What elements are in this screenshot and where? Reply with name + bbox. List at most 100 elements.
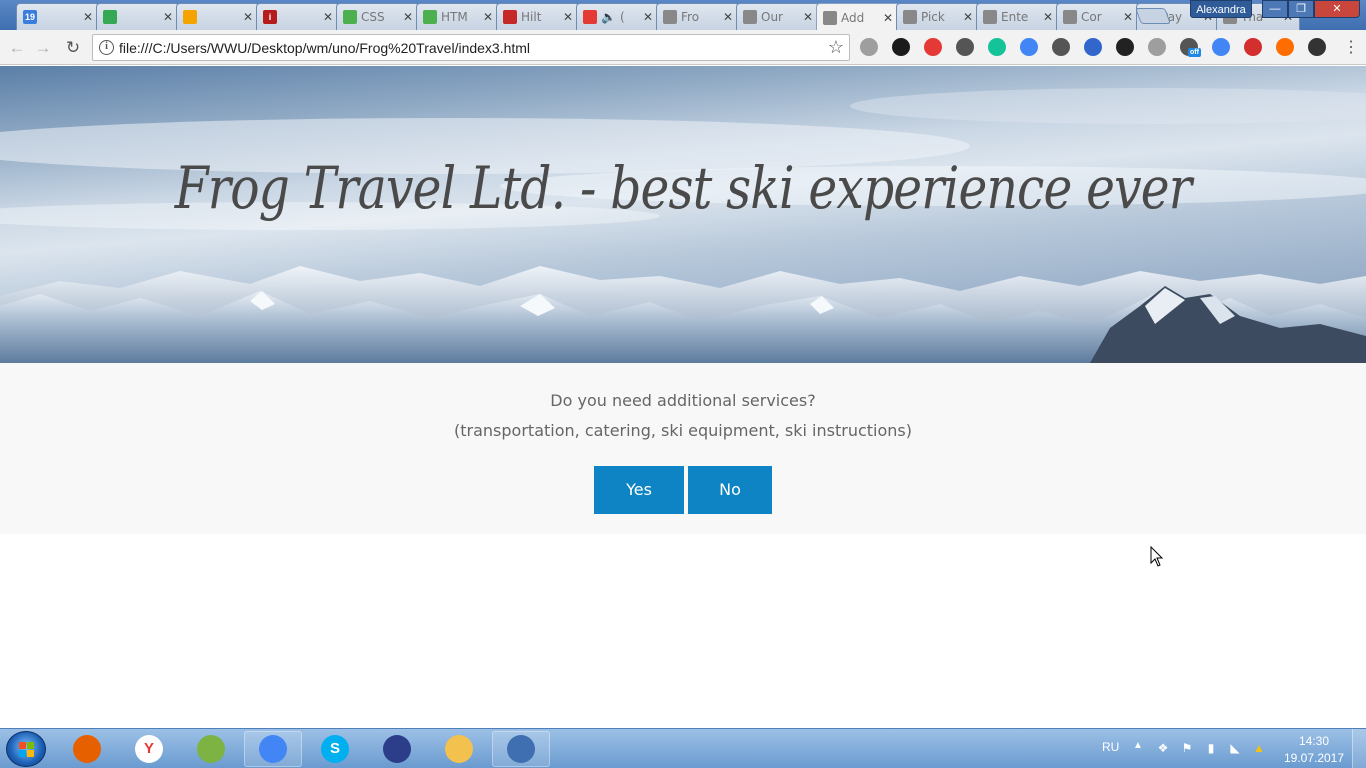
windows-logo-icon — [19, 742, 34, 757]
grammarly-icon[interactable] — [988, 38, 1006, 56]
tab-title: Ente — [1001, 10, 1029, 24]
back-button[interactable]: ← — [6, 37, 28, 59]
tab-title: ( — [619, 10, 625, 24]
address-bar[interactable]: i file:///C:/Users/WWU/Desktop/wm/uno/Fr… — [92, 34, 850, 61]
bookmark-icon[interactable] — [1084, 38, 1102, 56]
question-icon[interactable] — [1244, 38, 1262, 56]
tab-close-icon[interactable]: ✕ — [323, 10, 333, 24]
page-icon — [1063, 10, 1077, 24]
browser-tab[interactable]: 19 ✕ — [16, 3, 100, 30]
tab-title: CSS — [361, 10, 385, 24]
browser-tab[interactable]: CSS ✕ — [336, 3, 420, 30]
chrome-icon — [259, 735, 287, 763]
tab-close-icon[interactable]: ✕ — [403, 10, 413, 24]
menu-icon[interactable]: ⋮ — [1340, 37, 1362, 59]
minimize-button[interactable]: — — [1262, 0, 1288, 18]
youtube-icon — [583, 10, 597, 24]
show-desktop-button[interactable] — [1352, 729, 1366, 768]
tab-close-icon[interactable]: ✕ — [163, 10, 173, 24]
mouse-cursor-icon — [1150, 546, 1164, 567]
browser-tab[interactable]: Fro ✕ — [656, 3, 740, 30]
url-text[interactable]: file:///C:/Users/WWU/Desktop/wm/uno/Frog… — [119, 40, 530, 56]
clock-time[interactable]: 14:30 — [1286, 734, 1342, 748]
additional-services-section: Do you need additional services? (transp… — [0, 363, 1366, 534]
w3-icon — [423, 10, 437, 24]
tab-close-icon[interactable]: ✕ — [1123, 10, 1133, 24]
globe-icon[interactable] — [892, 38, 910, 56]
browser-tab[interactable]: ✕ — [176, 3, 260, 30]
tab-close-icon[interactable]: ✕ — [243, 10, 253, 24]
opera-icon[interactable] — [924, 38, 942, 56]
tab-close-icon[interactable]: ✕ — [883, 11, 893, 25]
tab-close-icon[interactable]: ✕ — [963, 10, 973, 24]
reload-button[interactable]: ↻ — [62, 37, 84, 59]
browser-tab[interactable]: 🔈( ✕ — [576, 3, 660, 30]
info-icon[interactable]: i — [99, 40, 114, 55]
tab-close-icon[interactable]: ✕ — [83, 10, 93, 24]
page-icon — [663, 10, 677, 24]
new-tab-button[interactable] — [1135, 8, 1171, 24]
explorer-icon — [445, 735, 473, 763]
browser-tab[interactable]: Add ✕ — [816, 3, 900, 31]
music-icon — [183, 10, 197, 24]
translate-a-icon[interactable] — [1212, 38, 1230, 56]
tray-expand-icon[interactable]: ▲ — [1133, 740, 1143, 751]
notepad-taskbar-button[interactable] — [182, 731, 240, 767]
close-window-button[interactable]: ✕ — [1314, 0, 1360, 18]
browser-tab[interactable]: Pick ✕ — [896, 3, 980, 30]
maximize-button[interactable]: ❐ — [1288, 0, 1314, 18]
firefox-icon — [73, 735, 101, 763]
action-center-flag-icon[interactable]: ⚑ — [1180, 741, 1194, 755]
browser-tab[interactable]: Our ✕ — [736, 3, 820, 30]
paw-icon[interactable] — [860, 38, 878, 56]
browser-tab[interactable]: i ✕ — [256, 3, 340, 30]
snipping-tool-taskbar-button[interactable] — [492, 731, 550, 767]
language-indicator[interactable]: RU — [1102, 740, 1119, 754]
tuning-fork-icon[interactable] — [956, 38, 974, 56]
tab-close-icon[interactable]: ✕ — [643, 10, 653, 24]
hexagon-icon[interactable] — [1052, 38, 1070, 56]
clock-date[interactable]: 19.07.2017 — [1282, 751, 1346, 765]
network-signal-icon[interactable]: ◣ — [1228, 741, 1242, 755]
dropbox-icon[interactable]: ❖ — [1156, 741, 1170, 755]
explorer-taskbar-button[interactable] — [430, 731, 488, 767]
yes-button[interactable]: Yes — [594, 466, 684, 514]
yandex-taskbar-button[interactable]: Y — [120, 731, 178, 767]
incognito-icon[interactable] — [1148, 38, 1166, 56]
tab-close-icon[interactable]: ✕ — [1043, 10, 1053, 24]
no-button[interactable]: No — [688, 466, 772, 514]
browser-tab[interactable]: Hilt ✕ — [496, 3, 580, 30]
browser-tab[interactable]: HTM ✕ — [416, 3, 500, 30]
w3-icon — [343, 10, 357, 24]
fire-icon[interactable] — [1276, 38, 1294, 56]
tab-title: Hilt — [521, 10, 542, 24]
google-drive-icon[interactable]: ▲ — [1252, 741, 1266, 755]
tab-close-icon[interactable]: ✕ — [723, 10, 733, 24]
tab-close-icon[interactable]: ✕ — [803, 10, 813, 24]
cloud-off-icon[interactable]: off — [1180, 38, 1201, 57]
battery-icon[interactable]: ▮ — [1204, 741, 1218, 755]
hero-banner: Frog Travel Ltd. - best ski experience e… — [0, 66, 1366, 363]
page-icon — [903, 10, 917, 24]
translate-icon[interactable] — [1020, 38, 1038, 56]
tab-audio-icon[interactable]: 🔈 — [601, 10, 616, 24]
browser-tab[interactable]: Cor ✕ — [1056, 3, 1140, 30]
forward-button[interactable]: → — [32, 37, 54, 59]
firefox-taskbar-button[interactable] — [58, 731, 116, 767]
eyedropper-icon[interactable] — [1308, 38, 1326, 56]
start-button[interactable] — [6, 731, 46, 767]
browser-tab[interactable]: Ente ✕ — [976, 3, 1060, 30]
bookmark-star-icon[interactable]: ☆ — [828, 37, 844, 58]
evernote-icon[interactable] — [1116, 38, 1134, 56]
hilton-icon — [503, 10, 517, 24]
profile-button[interactable]: Alexandra — [1190, 0, 1252, 18]
snipping-tool-icon — [507, 735, 535, 763]
keepass-taskbar-button[interactable] — [368, 731, 426, 767]
skype-taskbar-button[interactable]: S — [306, 731, 364, 767]
chrome-taskbar-button[interactable] — [244, 731, 302, 767]
tab-close-icon[interactable]: ✕ — [563, 10, 573, 24]
tab-title: Our — [761, 10, 783, 24]
tab-close-icon[interactable]: ✕ — [483, 10, 493, 24]
notepad-icon — [197, 735, 225, 763]
browser-tab[interactable]: ✕ — [96, 3, 180, 30]
